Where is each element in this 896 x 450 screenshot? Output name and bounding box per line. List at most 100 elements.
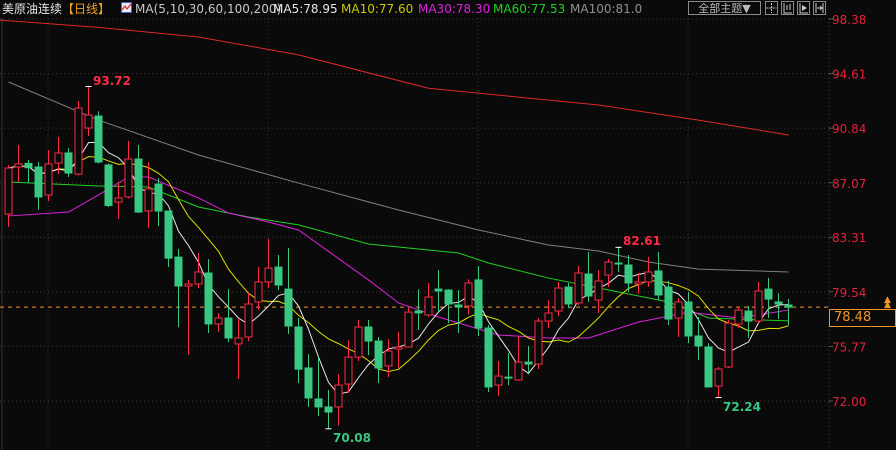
candle-body [194, 271, 203, 285]
candle-body [564, 286, 573, 305]
candle-body [14, 163, 23, 168]
ma-indicator-icon[interactable] [121, 2, 132, 13]
candle-body [574, 272, 583, 304]
candle-body [754, 290, 763, 322]
candle-up [574, 266, 583, 305]
candle-down [474, 266, 483, 336]
candle-down [654, 251, 663, 301]
candle-body [394, 346, 403, 350]
price-tick-label: 72.00 [832, 395, 866, 409]
candle-down [314, 357, 323, 417]
candle-down [484, 324, 493, 393]
ma10-value: MA10:77.60 [341, 2, 414, 16]
candle-up [754, 281, 763, 324]
candle-body [624, 264, 633, 284]
candle-down [224, 289, 233, 343]
range-button[interactable] [781, 1, 794, 15]
candle-up [234, 319, 243, 379]
candle-body [444, 289, 453, 305]
candle-down [34, 162, 43, 210]
candle-down [434, 269, 443, 313]
range-icon [783, 3, 792, 14]
candle-body [314, 398, 323, 408]
candle-body [504, 376, 513, 379]
low-label-1: 70.08 [333, 431, 371, 445]
candle-up [534, 318, 543, 370]
theme-dropdown[interactable]: 全部主题▼ [688, 1, 761, 15]
candle-body [554, 287, 563, 312]
candle-body [34, 166, 43, 198]
low-label-2: 72.24 [723, 400, 761, 414]
candle-down [664, 280, 673, 325]
candle-up [724, 320, 733, 368]
candle-body [284, 288, 293, 327]
candle-body [304, 367, 313, 399]
candle-body [384, 350, 393, 367]
extreme-markers: 93.72 82.61 70.08 72.24 [85, 74, 761, 445]
candle-down [564, 282, 573, 309]
candle-up [404, 308, 413, 348]
candle-body [144, 188, 153, 212]
candle-up [464, 279, 473, 315]
candle-up [74, 100, 83, 176]
candle-up [594, 269, 603, 313]
candle-body [134, 158, 143, 213]
candle-body [764, 288, 773, 300]
crosshair-icon [766, 3, 777, 13]
scroll-up-icon[interactable]: ▲ ▲ [884, 296, 891, 310]
candle-down [134, 144, 143, 214]
candle-body [164, 210, 173, 259]
ma5-value: MA5:78.95 [273, 2, 338, 16]
candle-body [714, 368, 723, 387]
candle-body [234, 337, 243, 345]
candle-body [484, 327, 493, 388]
candle-body [124, 158, 133, 198]
candle-up [514, 335, 523, 382]
candle-up [494, 361, 503, 396]
candle-body [614, 262, 623, 265]
candle-up [544, 300, 553, 329]
candle-down [454, 290, 463, 333]
candle-up [604, 259, 613, 288]
candle-body [324, 406, 333, 413]
ma60-value: MA60:77.53 [493, 2, 566, 16]
candle-up [124, 140, 133, 199]
candle-down [374, 336, 383, 384]
candle-body [534, 320, 543, 365]
candle-down [704, 343, 713, 388]
move-right-button[interactable] [813, 1, 826, 15]
candle-down [64, 148, 73, 177]
period-label[interactable]: 【日线】 [62, 0, 110, 18]
candle-down [204, 259, 213, 333]
ma-params: MA(5,10,30,60,100,200) [135, 2, 282, 16]
candle-body [644, 271, 653, 283]
candle-body [64, 152, 73, 174]
candle-body [524, 361, 533, 365]
candlestick-chart[interactable]: 98.3894.6190.8487.0783.3179.5475.7772.00… [0, 0, 896, 450]
candle-body [594, 280, 603, 301]
candle-body [494, 375, 503, 386]
candle-up [254, 267, 263, 311]
price-tick-label: 90.84 [832, 122, 866, 136]
play-button[interactable] [797, 1, 810, 15]
candle-body [784, 304, 793, 308]
candle-body [244, 303, 253, 338]
candle-up [424, 282, 433, 318]
candle-body [344, 356, 353, 385]
crosshair-button[interactable] [765, 1, 778, 15]
candle-body [464, 282, 473, 307]
candle-up [264, 238, 273, 289]
candle-up [114, 182, 123, 219]
candle-up [334, 374, 343, 426]
price-tick-label: 83.31 [832, 231, 866, 245]
candle-down [524, 345, 533, 374]
candle-body [174, 256, 183, 287]
candle-body [684, 301, 693, 337]
candles [4, 86, 793, 429]
candle-body [214, 317, 223, 325]
price-tick-label: 75.77 [832, 340, 866, 354]
candle-body [254, 281, 263, 303]
candle-body [74, 107, 83, 175]
high-label-1: 93.72 [93, 74, 131, 88]
candle-body [334, 384, 343, 408]
